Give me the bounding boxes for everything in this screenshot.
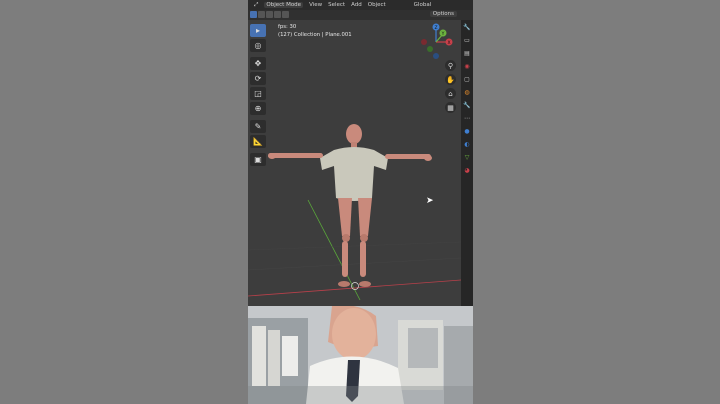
select-new-icon[interactable] <box>250 11 257 18</box>
mouse-cursor-icon: ➤ <box>426 196 434 206</box>
rotate-icon[interactable]: ⟳ <box>250 72 266 85</box>
select-extend-icon[interactable] <box>258 11 265 18</box>
reaction-video-frame <box>248 306 473 404</box>
transform-orientation-dropdown[interactable]: Global <box>414 2 432 8</box>
grid-icon[interactable]: ▦ <box>445 102 456 113</box>
menu-view[interactable]: View <box>309 2 322 8</box>
modifier-icon[interactable]: ● <box>463 127 471 135</box>
tool-icon[interactable]: 🔧 <box>463 23 471 31</box>
render-icon[interactable]: ▭ <box>463 36 471 44</box>
blender-window: ⤢ Object Mode View Select Add Object Glo… <box>248 0 473 404</box>
annotate-icon[interactable]: ✎ <box>250 120 266 133</box>
select-difference-icon[interactable] <box>274 11 281 18</box>
world-icon[interactable]: ◍ <box>463 88 471 96</box>
menu-object[interactable]: Object <box>368 2 386 8</box>
cursor-3d-icon[interactable]: ◎ <box>250 39 266 52</box>
fps-readout: fps: 30 <box>278 24 297 30</box>
mode-selector[interactable]: Object Mode <box>264 2 304 8</box>
options-dropdown[interactable]: Options <box>429 11 457 17</box>
add-cube-icon[interactable]: ▣ <box>250 153 266 166</box>
scale-icon[interactable]: ◲ <box>250 87 266 100</box>
tool-header: Options <box>248 10 473 20</box>
menu-select[interactable]: Select <box>328 2 345 8</box>
select-intersect-icon[interactable] <box>282 11 289 18</box>
zoom-icon[interactable]: ⚲ <box>445 60 456 71</box>
select-subtract-icon[interactable] <box>266 11 273 18</box>
transform-icon[interactable]: ⊕ <box>250 102 266 115</box>
measure-icon[interactable]: 📐 <box>250 135 266 148</box>
gizmo-x-label: X <box>447 40 450 46</box>
object-icon[interactable]: ⋯ <box>463 114 471 122</box>
move-icon[interactable]: ✥ <box>250 57 266 70</box>
editor-type-icon[interactable]: ⤢ <box>254 2 258 9</box>
gizmo-y-label: Y <box>441 31 445 37</box>
menu-add[interactable]: Add <box>351 2 362 8</box>
reaction-video-overlay <box>248 306 473 404</box>
y-axis-line <box>307 199 361 301</box>
select-mode-buttons <box>250 11 289 18</box>
collection-readout: (127) Collection | Plane.001 <box>278 32 352 38</box>
character-model <box>268 124 432 290</box>
gizmo-z-label: Z <box>434 25 437 31</box>
hand-pan-icon[interactable]: ✋ <box>445 74 456 85</box>
camera-icon[interactable]: ⌂ <box>445 88 456 99</box>
navigation-gizmo[interactable]: Z X Y <box>416 22 456 62</box>
material-icon[interactable]: ◕ <box>463 166 471 174</box>
properties-tab-strip: 🔧 ▭ ▤ ◉ ▢ ◍ 🔧 ⋯ ● ◐ ▽ ◕ <box>461 20 473 306</box>
cursor-select-icon[interactable]: ▸ <box>250 24 266 37</box>
toolbar: ▸ ◎ ✥ ⟳ ◲ ⊕ ✎ 📐 ▣ <box>250 24 268 168</box>
header-bar: ⤢ Object Mode View Select Add Object Glo… <box>248 0 473 10</box>
collection-icon[interactable]: 🔧 <box>463 101 471 109</box>
viewport-nav-buttons: ⚲ ✋ ⌂ ▦ <box>445 60 457 116</box>
physics-icon[interactable]: ▽ <box>463 153 471 161</box>
particles-icon[interactable]: ◐ <box>463 140 471 148</box>
scene-icon[interactable]: ▢ <box>463 75 471 83</box>
view-layer-icon[interactable]: ◉ <box>463 62 471 70</box>
3d-viewport[interactable]: ⤢ Object Mode View Select Add Object Glo… <box>248 0 473 306</box>
output-icon[interactable]: ▤ <box>463 49 471 57</box>
